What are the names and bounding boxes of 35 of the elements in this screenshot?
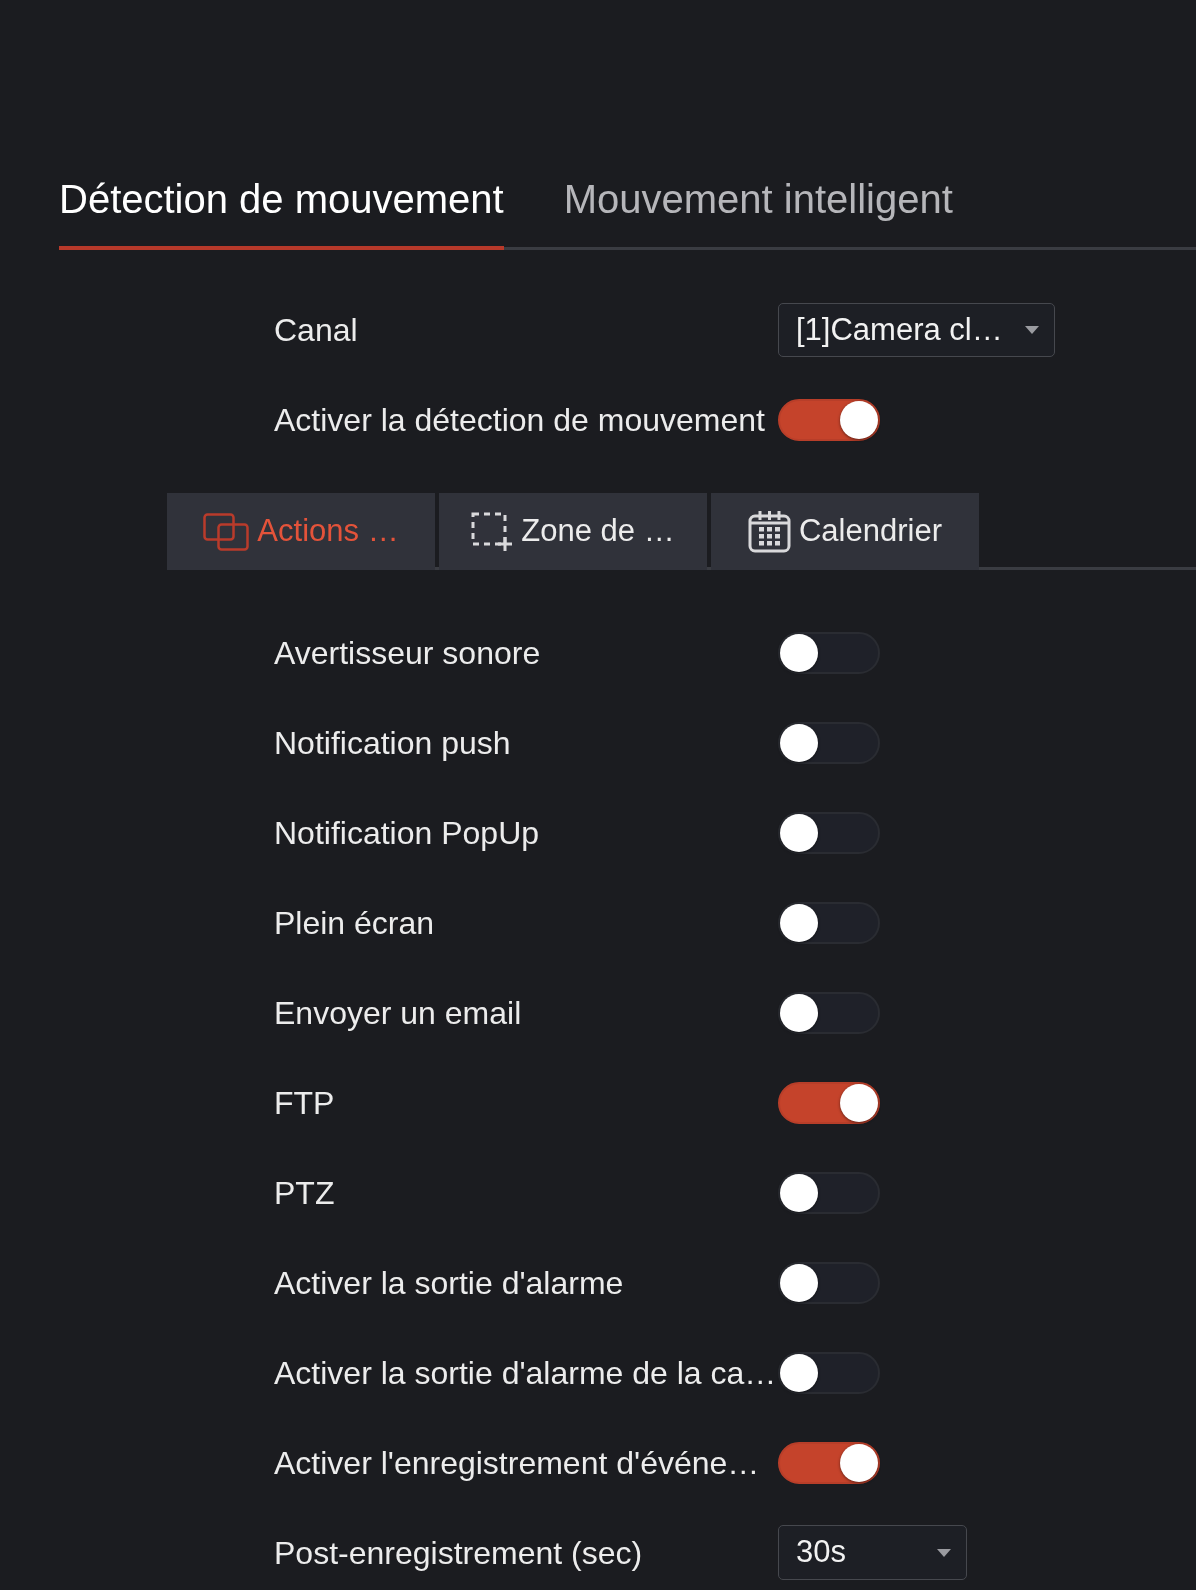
toggle-switch[interactable] xyxy=(778,991,880,1034)
setting-label: Activer la sortie d'alarme de la ca… xyxy=(274,1353,778,1393)
sub-tab[interactable]: Calendrier xyxy=(711,493,979,570)
toggle-switch[interactable] xyxy=(778,631,880,674)
toggle-switch[interactable] xyxy=(778,811,880,854)
duration-select[interactable]: 30s xyxy=(778,1525,967,1580)
setting-label: Envoyer un email xyxy=(274,993,523,1033)
tab[interactable]: Mouvement intelligent xyxy=(563,176,953,250)
channel-select[interactable]: [1]Camera cl… xyxy=(778,303,1055,357)
setting-label: Avertisseur sonore xyxy=(274,633,542,673)
caret-down-icon xyxy=(1025,326,1039,334)
setting-label: Notification push xyxy=(274,723,512,763)
setting-label: PTZ xyxy=(274,1173,336,1213)
toggle-switch[interactable] xyxy=(778,399,880,441)
toggle-switch[interactable] xyxy=(778,1261,880,1304)
toggle-switch[interactable] xyxy=(778,1441,880,1484)
toggle-switch[interactable] xyxy=(778,1351,880,1394)
setting-label: Notification PopUp xyxy=(274,813,541,853)
setting-label: FTP xyxy=(274,1083,336,1123)
tab[interactable]: Détection de mouvement xyxy=(59,176,504,250)
caret-down-icon xyxy=(937,1548,951,1557)
setting-label: Canal xyxy=(274,311,359,350)
setting-label: Activer la sortie d'alarme xyxy=(274,1263,625,1303)
toggle-switch[interactable] xyxy=(778,1171,880,1214)
setting-label: Activer la détection de mouvement xyxy=(274,401,766,440)
toggle-switch[interactable] xyxy=(778,1081,880,1124)
toggle-switch[interactable] xyxy=(778,721,880,764)
setting-label: Plein écran xyxy=(274,903,436,943)
sub-tab[interactable]: Zone de … xyxy=(439,493,707,570)
overlapping-squares-icon xyxy=(203,512,250,551)
dashed-square-plus-icon xyxy=(471,511,514,552)
setting-label: Activer l'enregistrement d'événe… xyxy=(274,1443,761,1483)
calendar-icon xyxy=(748,510,791,553)
toggle-switch[interactable] xyxy=(778,901,880,944)
setting-label: Post-enregistrement (sec) xyxy=(274,1533,644,1573)
